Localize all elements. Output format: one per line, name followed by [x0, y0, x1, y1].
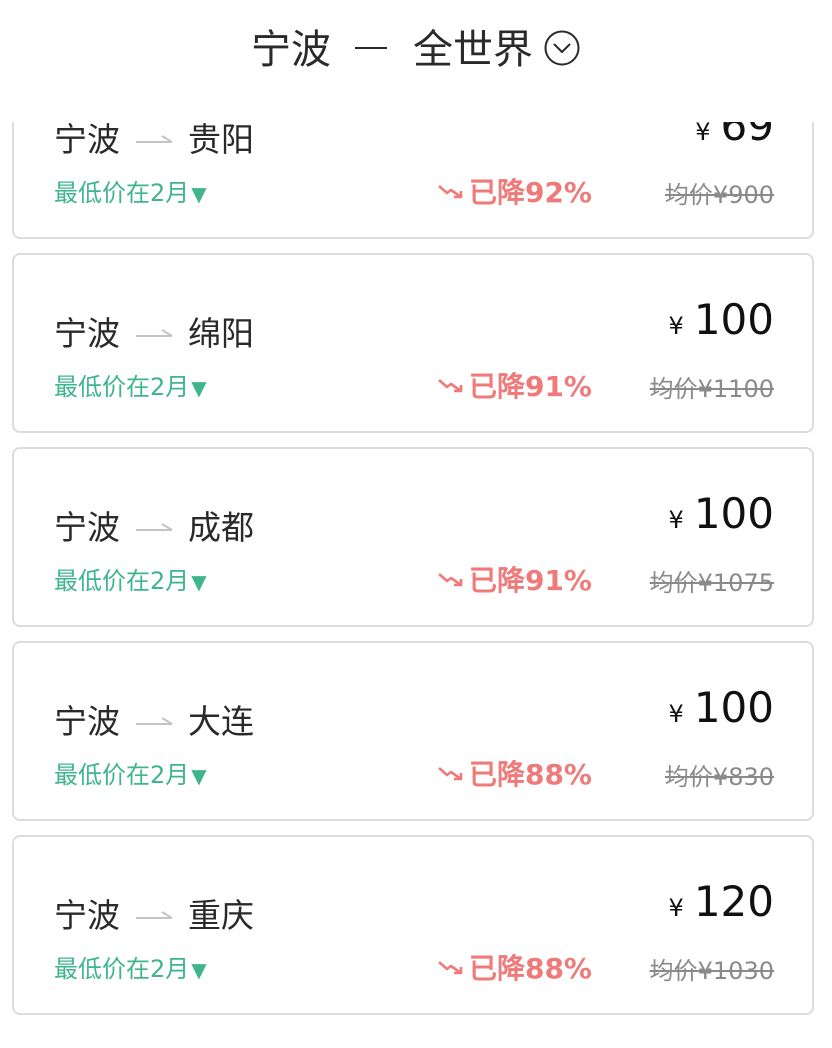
average-price: 均价¥1075	[649, 569, 774, 597]
lowest-month-dropdown[interactable]: 最低价在2月 ▼	[54, 367, 207, 402]
route-to: 成都	[188, 508, 254, 547]
currency-symbol: ¥	[668, 312, 684, 340]
price-value: 100	[693, 489, 774, 538]
lowest-month-dropdown[interactable]: 最低价在2月 ▼	[54, 173, 207, 208]
price-drop: 已降88%	[437, 753, 592, 793]
triangle-down-icon: ▼	[191, 182, 207, 206]
route-name: 宁波 绵阳	[54, 307, 254, 355]
current-price: ¥ 100	[669, 683, 774, 732]
price-drop-text: 已降88%	[468, 758, 592, 791]
arrow-right-icon	[134, 327, 174, 339]
price-drop-text: 已降92%	[468, 176, 592, 209]
average-price: 均价¥830	[664, 763, 774, 791]
price-value: 100	[693, 295, 774, 344]
current-price: ¥ 120	[669, 877, 774, 926]
price-value: 120	[693, 877, 774, 926]
lowest-month-label: 最低价在2月	[54, 179, 190, 207]
average-price: 均价¥900	[664, 181, 774, 209]
price-drop: 已降92%	[437, 171, 592, 211]
price-value: 100	[693, 683, 774, 732]
arrow-right-icon	[134, 715, 174, 727]
destination-selector[interactable]: 宁波 全世界	[0, 0, 832, 92]
price-drop-text: 已降91%	[468, 564, 592, 597]
currency-symbol: ¥	[668, 506, 684, 534]
current-price: ¥ 100	[669, 295, 774, 344]
average-price: 均价¥1100	[649, 375, 774, 403]
lowest-month-dropdown[interactable]: 最低价在2月 ▼	[54, 561, 207, 596]
price-drop-text: 已降88%	[468, 952, 592, 985]
header-origin: 宁波	[251, 27, 331, 73]
arrow-right-icon	[134, 521, 174, 533]
lowest-month-label: 最低价在2月	[54, 567, 190, 595]
trend-down-icon	[437, 958, 465, 976]
route-list: 宁波 贵阳 最低价在2月 ▼ 已降92% ¥ 69 均价¥900 宁波 绵阳 最…	[0, 0, 832, 1048]
route-from: 宁波	[54, 702, 120, 741]
currency-symbol: ¥	[695, 118, 711, 146]
trend-down-icon	[437, 764, 465, 782]
route-name: 宁波 大连	[54, 695, 254, 743]
triangle-down-icon: ▼	[191, 764, 207, 788]
route-name: 宁波 成都	[54, 501, 254, 549]
route-from: 宁波	[54, 314, 120, 353]
route-to: 重庆	[188, 896, 254, 935]
route-to: 大连	[188, 702, 254, 741]
route-dash	[355, 47, 387, 49]
chevron-down-circle-icon[interactable]	[543, 29, 581, 67]
trend-down-icon	[437, 376, 465, 394]
route-card[interactable]: 宁波 重庆 最低价在2月 ▼ 已降88% ¥ 120 均价¥1030	[12, 835, 814, 1015]
route-name: 宁波 重庆	[54, 889, 254, 937]
route-to: 绵阳	[188, 314, 254, 353]
arrow-right-icon	[134, 133, 174, 145]
route-card[interactable]: 宁波 大连 最低价在2月 ▼ 已降88% ¥ 100 均价¥830	[12, 641, 814, 821]
header-destination: 全世界	[413, 27, 533, 73]
triangle-down-icon: ▼	[191, 376, 207, 400]
triangle-down-icon: ▼	[191, 570, 207, 594]
price-drop: 已降88%	[437, 947, 592, 987]
route-card[interactable]: 宁波 成都 最低价在2月 ▼ 已降91% ¥ 100 均价¥1075	[12, 447, 814, 627]
lowest-month-label: 最低价在2月	[54, 955, 190, 983]
triangle-down-icon: ▼	[191, 958, 207, 982]
arrow-right-icon	[134, 909, 174, 921]
lowest-month-label: 最低价在2月	[54, 373, 190, 401]
route-from: 宁波	[54, 896, 120, 935]
price-drop-text: 已降91%	[468, 370, 592, 403]
trend-down-icon	[437, 182, 465, 200]
route-card[interactable]: 宁波 绵阳 最低价在2月 ▼ 已降91% ¥ 100 均价¥1100	[12, 253, 814, 433]
lowest-month-label: 最低价在2月	[54, 761, 190, 789]
trend-down-icon	[437, 570, 465, 588]
currency-symbol: ¥	[668, 700, 684, 728]
lowest-month-dropdown[interactable]: 最低价在2月 ▼	[54, 755, 207, 790]
route-from: 宁波	[54, 508, 120, 547]
average-price: 均价¥1030	[649, 957, 774, 985]
currency-symbol: ¥	[668, 894, 684, 922]
price-drop: 已降91%	[437, 559, 592, 599]
price-drop: 已降91%	[437, 365, 592, 405]
lowest-month-dropdown[interactable]: 最低价在2月 ▼	[54, 949, 207, 984]
current-price: ¥ 100	[669, 489, 774, 538]
